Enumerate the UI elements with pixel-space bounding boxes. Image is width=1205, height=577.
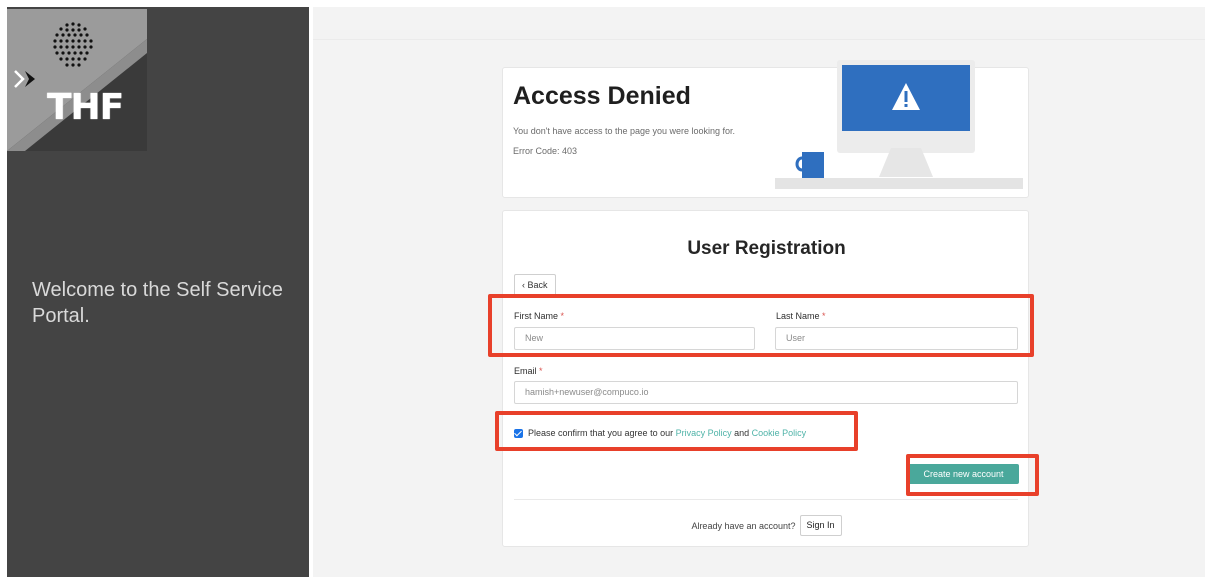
cookie-policy-link[interactable]: Cookie Policy (752, 428, 807, 438)
main-content: Access Denied You don't have access to t… (313, 7, 1205, 577)
agree-policy-row: Please confirm that you agree to our Pri… (514, 428, 806, 438)
sidebar: THF Welcome to the Self Service Portal. (7, 7, 309, 577)
access-denied-card: Access Denied You don't have access to t… (502, 60, 1029, 198)
required-mark: * (822, 311, 826, 321)
warning-monitor-illustration (775, 60, 1023, 189)
email-input[interactable]: hamish+newuser@compuco.io (514, 381, 1018, 404)
access-denied-title: Access Denied (513, 82, 691, 110)
last-name-input[interactable]: User (775, 327, 1018, 350)
privacy-policy-link[interactable]: Privacy Policy (676, 428, 732, 438)
registration-card: User Registration ‹ Back First Name * Ne… (502, 210, 1029, 547)
agree-checkbox[interactable] (514, 428, 523, 438)
agree-text: Please confirm that you agree to our (528, 428, 676, 438)
logo-chevron-icon (14, 70, 35, 88)
back-button[interactable]: ‹ Back (514, 274, 556, 296)
email-label: Email * (514, 366, 543, 376)
required-mark: * (560, 311, 565, 321)
access-denied-message: You don't have access to the page you we… (513, 126, 736, 136)
top-bar (313, 7, 1205, 40)
sign-in-button[interactable]: Sign In (799, 515, 842, 536)
first-name-label: First Name * (514, 311, 565, 321)
registration-title: User Registration (687, 238, 846, 259)
first-name-input[interactable]: New (514, 327, 755, 350)
agree-and-text: and (731, 428, 752, 438)
back-label: Back (527, 280, 548, 290)
error-code: Error Code: 403 (513, 146, 578, 156)
welcome-text: Welcome to the Self Service Portal. (32, 279, 283, 327)
create-account-button[interactable]: Create new account (908, 464, 1019, 484)
divider (514, 499, 1018, 500)
logo-dots-icon (53, 22, 93, 67)
logo-text: THF (47, 87, 124, 128)
thf-logo[interactable]: THF (7, 9, 147, 151)
last-name-label: Last Name * (776, 311, 826, 321)
sign-in-row: Already have an account? Sign In (503, 515, 1030, 536)
already-account-text: Already have an account? (691, 520, 796, 531)
chevron-left-icon: ‹ (522, 280, 525, 290)
required-mark: * (539, 366, 543, 376)
